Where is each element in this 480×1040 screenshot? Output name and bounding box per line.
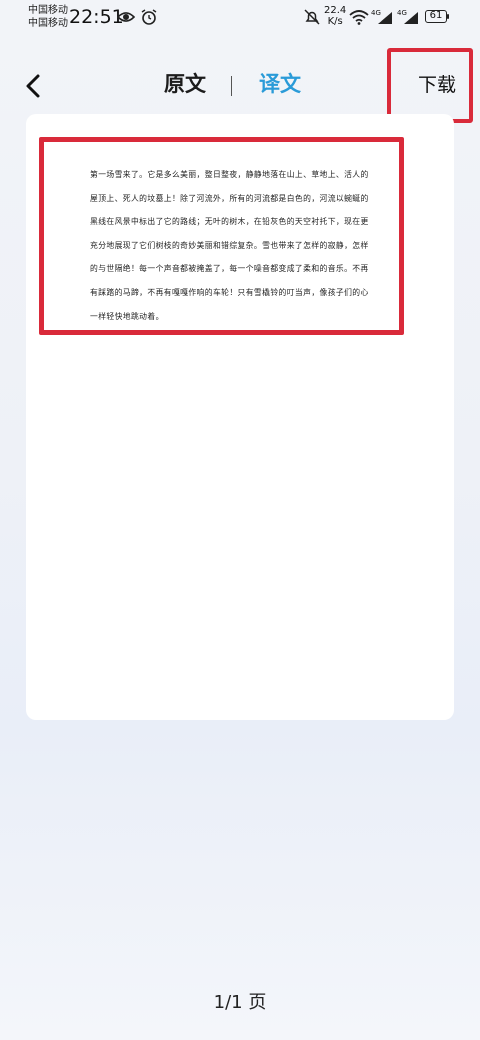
eye-icon xyxy=(117,12,135,22)
carrier-label-1: 中国移动 xyxy=(28,5,68,16)
signal-strength-icon-2 xyxy=(404,12,418,24)
page-indicator: 1/1 页 xyxy=(213,992,267,1013)
alarm-off-icon xyxy=(141,9,157,25)
download-button[interactable]: 下载 xyxy=(418,70,456,97)
translated-document-text: 第一场雪来了。它是多么美丽，整日整夜，静静地落在山上、草地上、活人的屋顶上、死人… xyxy=(90,170,369,321)
signal-strength-icon-1 xyxy=(378,12,392,24)
back-arrow-icon[interactable] xyxy=(20,70,50,102)
wifi-icon xyxy=(349,10,369,25)
network-speed-value: 22.4 xyxy=(324,5,347,16)
tab-original[interactable]: 原文 xyxy=(164,68,206,98)
mute-bell-icon xyxy=(304,9,320,25)
battery-indicator: 61 xyxy=(425,10,447,23)
tab-translated[interactable]: 译文 xyxy=(259,68,301,98)
status-bar: 中国移动 中国移动 22:51 22.4 K/s 4G 4G 61 xyxy=(0,0,480,34)
carrier-label-2: 中国移动 xyxy=(28,18,68,29)
network-speed-unit: K/s xyxy=(327,16,343,27)
status-clock: 22:51 xyxy=(69,6,124,28)
network-speed: 22.4 K/s xyxy=(324,5,346,27)
tab-divider xyxy=(231,76,232,96)
battery-cap xyxy=(447,14,449,19)
